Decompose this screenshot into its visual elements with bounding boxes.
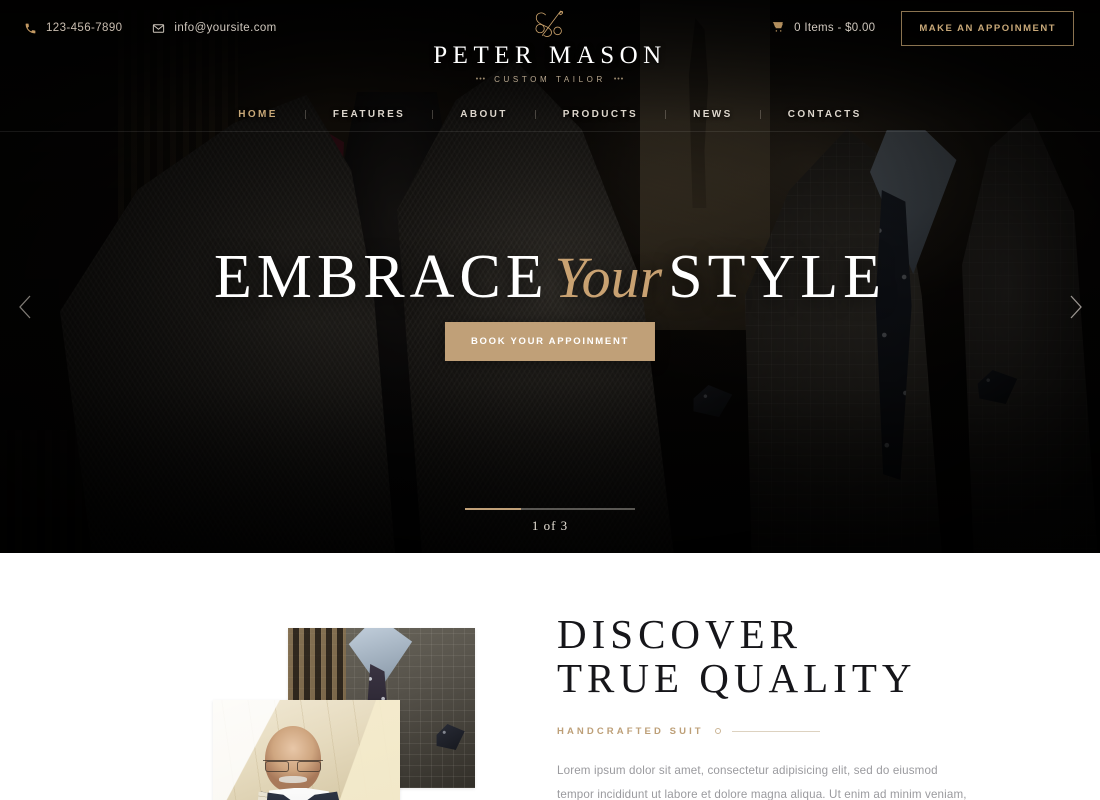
nav-item-products[interactable]: PRODUCTS bbox=[536, 109, 665, 120]
logo-tagline-row: ••• CUSTOM TAILOR ••• bbox=[400, 75, 700, 84]
phone-number: 123-456-7890 bbox=[46, 22, 123, 34]
section-heading-line1: DISCOVER bbox=[557, 611, 803, 657]
section-paragraph: Lorem ipsum dolor sit amet, consectetur … bbox=[557, 763, 967, 800]
email-address: info@yoursite.com bbox=[174, 22, 277, 34]
top-bar-contacts: 123-456-7890 info@yoursite.com bbox=[0, 22, 277, 35]
section-subtitle-row: HANDCRAFTED SUIT bbox=[557, 726, 977, 737]
nav-item-features[interactable]: FEATURES bbox=[306, 109, 432, 120]
logo-tagline: CUSTOM TAILOR bbox=[494, 75, 606, 84]
page-root: 123-456-7890 info@yoursite.com 0 Items -… bbox=[0, 0, 1100, 800]
nav-item-contacts[interactable]: CONTACTS bbox=[761, 109, 889, 120]
logo-dots-right: ••• bbox=[613, 76, 625, 83]
make-appointment-button[interactable]: MAKE AN APPOINMENT bbox=[901, 10, 1074, 46]
main-navigation: HOME FEATURES ABOUT PRODUCTS NEWS CONTAC… bbox=[0, 98, 1100, 131]
slider-progress-bar[interactable] bbox=[465, 508, 635, 510]
cart-summary[interactable]: 0 Items - $0.00 bbox=[771, 20, 875, 36]
header-divider bbox=[0, 131, 1100, 132]
section-heading-line2: TRUE QUALITY bbox=[557, 654, 917, 701]
nav-item-about[interactable]: ABOUT bbox=[433, 109, 535, 120]
hero-slider: 123-456-7890 info@yoursite.com 0 Items -… bbox=[0, 0, 1100, 553]
hero-headline-part1: EMBRACE bbox=[213, 243, 549, 311]
subtitle-rule bbox=[731, 730, 820, 732]
hero-headline-part2: STYLE bbox=[668, 243, 887, 311]
cart-label: 0 Items - $0.00 bbox=[794, 22, 876, 34]
slide-counter: 1 of 3 bbox=[531, 518, 569, 533]
hero-headline-italic: Your bbox=[554, 245, 663, 310]
logo-name: PETER MASON bbox=[433, 42, 667, 69]
logo-dots-left: ••• bbox=[475, 76, 487, 83]
needle-and-thread-icon bbox=[400, 8, 700, 40]
subtitle-dot-icon bbox=[714, 728, 721, 735]
phone-icon bbox=[24, 22, 37, 35]
envelope-icon bbox=[152, 22, 165, 35]
book-appointment-button[interactable]: BOOK YOUR APPOINMENT bbox=[444, 322, 656, 361]
section-heading: DISCOVER TRUE QUALITY bbox=[557, 611, 977, 701]
discover-section: DISCOVER TRUE QUALITY HANDCRAFTED SUIT L… bbox=[0, 553, 1100, 800]
nav-item-news[interactable]: NEWS bbox=[666, 109, 760, 120]
nav-item-home[interactable]: HOME bbox=[211, 109, 305, 120]
slider-prev-button[interactable] bbox=[8, 290, 42, 324]
top-bar-actions: 0 Items - $0.00 MAKE AN APPOINMENT bbox=[771, 10, 1100, 46]
email-contact[interactable]: info@yoursite.com bbox=[152, 22, 276, 35]
image-collage bbox=[213, 628, 475, 800]
phone-contact[interactable]: 123-456-7890 bbox=[24, 22, 122, 35]
cart-icon bbox=[771, 20, 785, 36]
site-logo[interactable]: PETER MASON ••• CUSTOM TAILOR ••• bbox=[400, 8, 700, 84]
hero-headline: EMBRACE YourSTYLE bbox=[0, 246, 1100, 308]
slider-next-button[interactable] bbox=[1058, 290, 1092, 324]
section-subtitle: HANDCRAFTED SUIT bbox=[557, 725, 704, 737]
discover-text-block: DISCOVER TRUE QUALITY HANDCRAFTED SUIT L… bbox=[557, 611, 977, 800]
tailor-photo bbox=[213, 700, 400, 800]
